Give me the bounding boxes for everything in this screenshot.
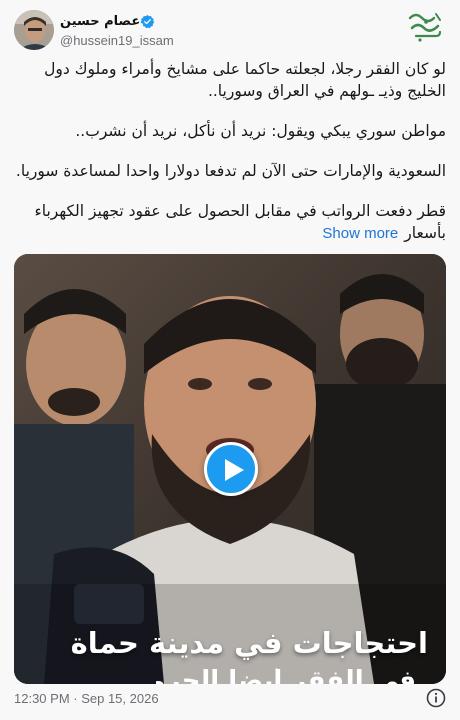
play-button[interactable] <box>204 442 258 496</box>
author-handle[interactable]: @hussein19_issam <box>60 33 174 48</box>
video-caption: احتجاجات في مدينة حماة <box>70 626 428 660</box>
show-more-link[interactable]: Show more <box>322 225 398 242</box>
video-media[interactable]: احتجاجات في مدينة حماة في الفقر أيضا الح… <box>14 254 446 684</box>
info-icon[interactable] <box>426 688 446 708</box>
tweet-header: عصام حسين @hussein19_issam <box>0 0 460 52</box>
author-name-row: عصام حسين <box>60 12 159 30</box>
video-caption-cropped: في الفقر أيضا الحرمان <box>156 668 416 684</box>
tweet-card: عصام حسين @hussein19_issam لو كان الفقر … <box>0 0 460 720</box>
play-icon <box>225 459 244 481</box>
tweet-paragraph-3: السعودية والإمارات حتى الآن لم تدفعا دول… <box>15 162 446 180</box>
avatar[interactable] <box>14 10 54 50</box>
tweet-paragraph-2: مواطن سوري يبكي ويقول: نريد أن نأكل، نري… <box>75 122 446 140</box>
tweet-timestamp[interactable]: 12:30 PM · Sep 15, 2026 <box>14 691 159 706</box>
tweet-paragraph-4: قطر دفعت الرواتب في مقابل الحصول على عقو… <box>14 200 446 245</box>
video-caption-line-2: في الفقر أيضا الحرمان <box>156 668 416 684</box>
author-display-name[interactable]: عصام حسين <box>60 14 140 29</box>
verified-badge-icon <box>140 14 155 29</box>
calligraphy-logo-icon <box>406 10 444 44</box>
tweet-paragraph-1: لو كان الفقر رجلا، لجعلته حاكما على مشاي… <box>44 60 446 100</box>
